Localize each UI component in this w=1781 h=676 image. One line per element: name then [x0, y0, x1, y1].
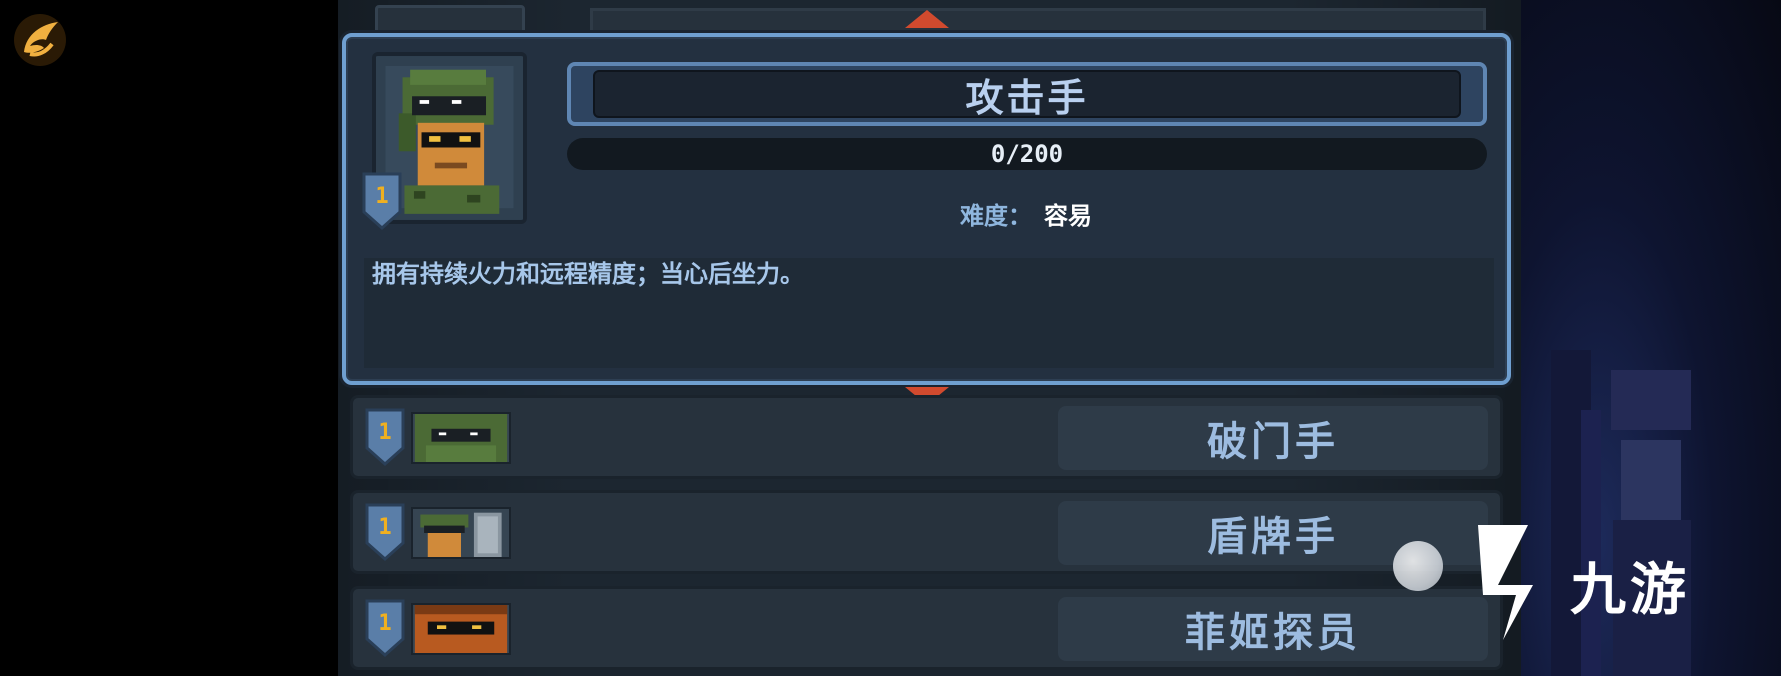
difficulty-row: 难度： 容易	[960, 196, 1092, 230]
character-name-button[interactable]: 破门手	[1058, 406, 1488, 470]
difficulty-value: 容易	[1044, 201, 1092, 230]
soldier-thumbnail-icon	[414, 509, 508, 557]
progress-text: 0/200	[990, 140, 1064, 168]
rank-badge: 1	[365, 599, 405, 658]
rank-badge: 1	[362, 172, 402, 231]
soldier-thumbnail-icon	[414, 414, 508, 462]
character-list-item[interactable]: 菲姬探员	[350, 586, 1503, 670]
character-title-frame: 攻击手	[567, 62, 1487, 126]
rank-badge: 1	[365, 408, 405, 467]
character-thumbnail	[411, 603, 511, 655]
difficulty-label: 难度：	[960, 201, 1032, 230]
experience-progress-bar: 0/200	[567, 138, 1487, 170]
character-list-item[interactable]: 盾牌手	[350, 490, 1503, 574]
app-logo-icon	[14, 14, 66, 66]
character-description: 拥有持续火力和远程精度；当心后坐力。	[372, 260, 804, 288]
touch-indicator	[1393, 541, 1443, 591]
character-list-item[interactable]: 破门手	[350, 395, 1503, 479]
character-thumbnail	[411, 507, 511, 559]
rank-badge: 1	[365, 503, 405, 562]
character-name-button[interactable]: 菲姬探员	[1058, 597, 1488, 661]
character-thumbnail	[411, 412, 511, 464]
watermark-text: 九游	[1570, 558, 1690, 623]
scroll-up-arrow-icon[interactable]	[905, 10, 949, 28]
agent-thumbnail-icon	[414, 605, 508, 653]
character-name: 攻击手	[965, 75, 1089, 120]
behind-portrait-frame	[375, 5, 525, 35]
